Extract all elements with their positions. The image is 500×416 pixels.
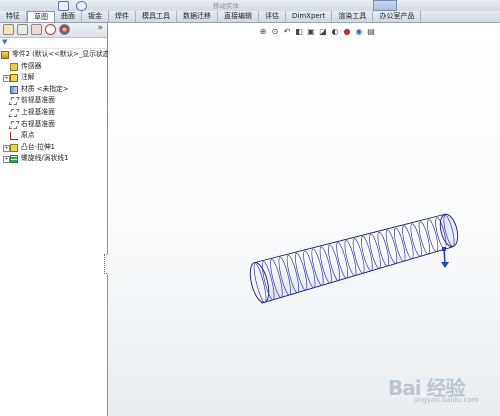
tree-item[interactable]: 传感器 (0, 61, 107, 73)
tree-filter[interactable]: ▼ (0, 38, 107, 49)
property-manager-icon[interactable] (17, 24, 28, 35)
expand-chevron-icon[interactable]: » (97, 23, 103, 33)
expand-toggle-icon[interactable]: + (3, 75, 10, 83)
tree-item-label: 右视基准面 (21, 119, 55, 128)
previous-view-icon[interactable]: ↶ (282, 27, 292, 37)
plane-icon (8, 108, 20, 117)
tree-item[interactable]: + 螺旋线/涡状线1 (0, 153, 107, 165)
zoom-to-fit-icon[interactable]: ⊕ (258, 27, 268, 37)
origin-icon (10, 132, 18, 141)
expand-toggle-icon[interactable]: + (3, 144, 10, 152)
material-icon (10, 85, 18, 94)
tree-item[interactable]: + 注解 (0, 72, 107, 84)
boss-extrude-icon (10, 143, 18, 152)
tab-9[interactable]: DimXpert (286, 11, 333, 22)
feature-manager-panel: » ▼ 零件2 (默认<<默认>_显示状态传感器 + 注解材质 <未指定> 前视基准面… (0, 23, 110, 416)
tree-item-label: 零件2 (默认<<默认>_显示状态 (12, 50, 110, 58)
tree-item-label: 凸台-拉伸1 (21, 142, 55, 151)
filter-icon[interactable]: ▼ (2, 39, 9, 46)
tab-7[interactable]: 直接编辑 (218, 11, 259, 22)
active-tool-button[interactable] (373, 0, 397, 11)
ribbon-circle-button-icon[interactable] (76, 1, 87, 11)
view-orientation-icon[interactable]: ▣ (306, 27, 316, 37)
hide-show-items-icon[interactable]: ◐ (330, 27, 340, 37)
tab-5[interactable]: 模具工具 (136, 11, 177, 22)
tab-1[interactable]: 草图 (27, 11, 55, 22)
part-icon (1, 51, 9, 59)
tree-item-label: 螺旋线/涡状线1 (21, 154, 69, 163)
tree-item[interactable]: 上视基准面 (0, 107, 107, 119)
apply-scene-icon[interactable]: ◉ (354, 27, 364, 37)
tab-4[interactable]: 焊件 (109, 11, 136, 22)
configuration-manager-icon[interactable] (31, 24, 42, 35)
sensor-icon (10, 62, 18, 71)
tree-item-label: 上视基准面 (21, 107, 55, 116)
tree-item-label: 传感器 (21, 61, 42, 70)
tree-item-label: 注解 (21, 73, 35, 82)
tree-item-label: 前视基准面 (21, 96, 55, 105)
tree-item[interactable]: 原点 (0, 130, 107, 142)
tree-item[interactable]: 右视基准面 (0, 119, 107, 131)
command-manager-tabs: 特征 草图 曲面 钣金 焊件 模具工具 数据迁移 直接编辑 评估 DimXpert 渲染工具 办公室产… (0, 11, 500, 23)
tree-item[interactable]: 前视基准面 (0, 95, 107, 107)
zoom-to-area-icon[interactable]: ⊙ (270, 27, 280, 37)
watermark-url: jingyan.baidu.com (414, 396, 479, 404)
tree-item-label: 原点 (21, 131, 35, 140)
dimxpert-manager-icon[interactable] (45, 24, 56, 35)
tab-10[interactable]: 渲染工具 (332, 11, 374, 22)
tree-item-label: 材质 <未指定> (21, 84, 69, 93)
move-entities-label[interactable]: 移动实体 (213, 0, 239, 10)
tree-item[interactable]: 材质 <未指定> (0, 84, 107, 96)
edit-appearance-icon[interactable]: ● (342, 27, 352, 37)
tab-8[interactable]: 评估 (259, 11, 286, 22)
display-manager-icon[interactable] (59, 24, 70, 35)
display-style-icon[interactable]: ◪ (318, 27, 328, 37)
graphics-area[interactable] (108, 23, 500, 416)
tab-3[interactable]: 钣金 (82, 11, 109, 22)
feature-manager-icon[interactable] (3, 24, 14, 35)
tab-0[interactable]: 特征 (0, 11, 27, 22)
tab-11[interactable]: 办公室产品 (373, 11, 422, 22)
annotation-icon (10, 74, 18, 83)
tree-item[interactable]: 零件2 (默认<<默认>_显示状态 (0, 49, 110, 61)
tab-6[interactable]: 数据迁移 (177, 11, 218, 22)
helix-icon (10, 155, 18, 164)
plane-icon (8, 97, 20, 106)
feature-manager-toolbar: » (0, 23, 107, 38)
expand-toggle-icon[interactable]: + (3, 156, 10, 164)
ribbon-button-icon[interactable] (58, 1, 69, 11)
heads-up-view-toolbar: ⊕ ⊙ ↶ ◧ ▣ ◪ ◐ ● ◉ ▤ (258, 27, 376, 38)
tree-item[interactable]: + 凸台-拉伸1 (0, 142, 107, 154)
model-view (249, 213, 459, 304)
tab-2[interactable]: 曲面 (55, 11, 82, 22)
plane-icon (8, 120, 20, 129)
view-settings-icon[interactable]: ▤ (366, 27, 376, 37)
origin-arrow-icon (441, 246, 449, 268)
feature-tree: 零件2 (默认<<默认>_显示状态传感器 + 注解材质 <未指定> 前视基准面上视基准… (0, 49, 110, 165)
section-view-icon[interactable]: ◧ (294, 27, 304, 37)
